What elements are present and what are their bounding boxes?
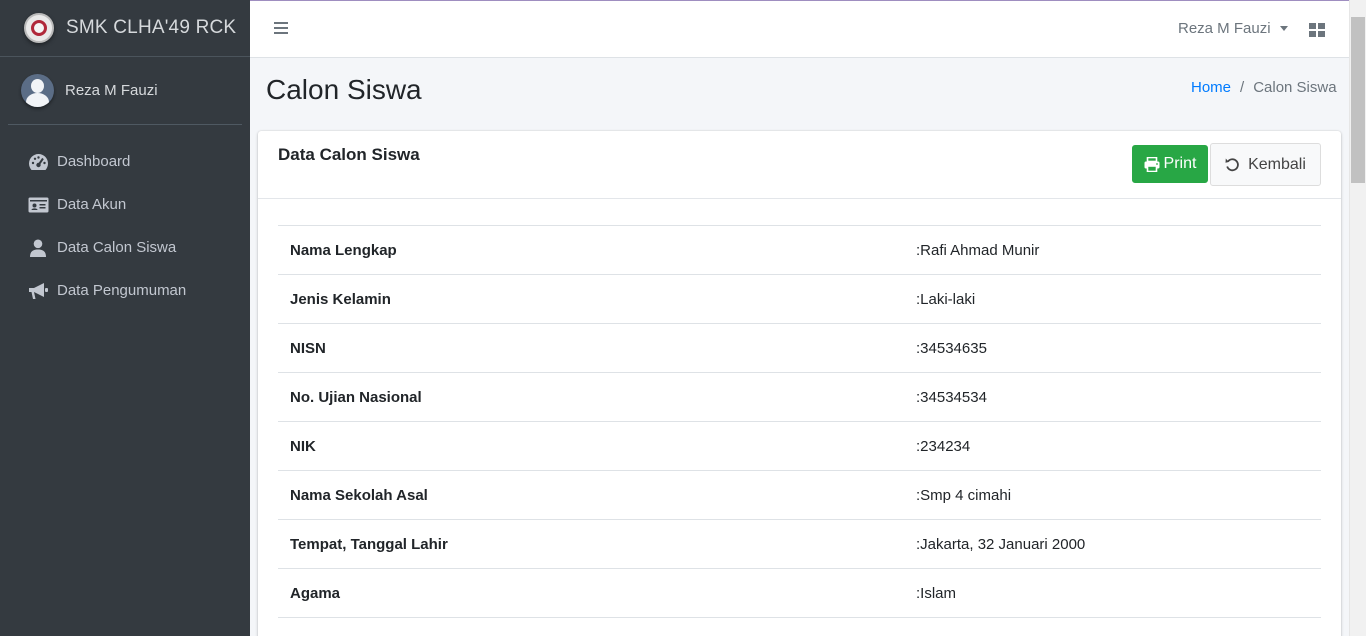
print-button[interactable]: Print [1132, 145, 1208, 183]
id-card-icon [27, 196, 49, 214]
breadcrumb-home-link[interactable]: Home [1191, 79, 1231, 96]
sidebar-item-label: Data Akun [57, 196, 127, 213]
brand-link[interactable]: SMK CLHA'49 RCK [0, 0, 250, 57]
field-value: :Smp 4 cimahi [916, 486, 1012, 504]
field-label: Agama [290, 584, 341, 602]
bullhorn-icon [27, 282, 49, 300]
field-value: :34534635 [916, 339, 987, 357]
back-button[interactable]: Kembali [1210, 143, 1321, 186]
breadcrumb-current: Calon Siswa [1253, 79, 1337, 96]
card-title: Data Calon Siswa [278, 145, 420, 164]
field-value: :234234 [916, 437, 971, 455]
print-icon [1144, 156, 1160, 172]
field-label: Nama Lengkap [290, 241, 397, 259]
field-label: Nama Sekolah Asal [290, 486, 428, 504]
sidebar-item-data-calon-siswa[interactable]: Data Calon Siswa [0, 226, 250, 269]
field-value: :Jakarta, 32 Januari 2000 [916, 535, 1086, 553]
sidebar-item-label: Dashboard [57, 153, 131, 170]
user-icon [27, 239, 49, 257]
field-label: Tempat, Tanggal Lahir [290, 535, 448, 553]
field-value: :Laki-laki [916, 290, 976, 308]
sidebar-item-data-pengumuman[interactable]: Data Pengumuman [0, 269, 250, 312]
menu-toggle-icon[interactable] [274, 22, 288, 36]
user-dropdown[interactable]: Reza M Fauzi [1178, 20, 1288, 37]
sidebar-item-dashboard[interactable]: Dashboard [0, 140, 250, 183]
sidebar-nav: Dashboard Data Akun Data Calon Siswa Dat… [0, 140, 250, 312]
student-detail-card: Data Calon Siswa Print Kembali Nama Leng… [258, 131, 1341, 636]
avatar [21, 74, 54, 107]
field-label: No. Ujian Nasional [290, 388, 422, 406]
card-header: Data Calon Siswa Print Kembali [258, 131, 1341, 199]
field-label: Jenis Kelamin [290, 290, 391, 308]
table-row: NISN :34534635 [278, 323, 1321, 373]
field-label: NISN [290, 339, 326, 357]
sidebar: SMK CLHA'49 RCK Reza M Fauzi Dashboard D… [0, 0, 250, 636]
table-row: Nama Sekolah Asal :Smp 4 cimahi [278, 470, 1321, 520]
tachometer-icon [27, 153, 49, 171]
top-navbar: Reza M Fauzi [250, 0, 1349, 58]
student-detail-table: Nama Lengkap :Rafi Ahmad Munir Jenis Kel… [278, 225, 1321, 618]
table-row: Agama :Islam [278, 568, 1321, 618]
print-button-label: Print [1163, 155, 1197, 172]
table-row: Nama Lengkap :Rafi Ahmad Munir [278, 225, 1321, 275]
breadcrumb: Home / Calon Siswa [1191, 79, 1337, 96]
field-value: :Islam [916, 584, 957, 602]
undo-icon [1225, 157, 1240, 172]
field-label: NIK [290, 437, 316, 455]
grid-icon[interactable] [1309, 23, 1325, 37]
page-title: Calon Siswa [266, 74, 422, 105]
table-row: Jenis Kelamin :Laki-laki [278, 274, 1321, 324]
field-value: :Rafi Ahmad Munir [916, 241, 1040, 259]
breadcrumb-separator: / [1240, 79, 1245, 96]
field-value: :34534534 [916, 388, 987, 406]
sidebar-item-label: Data Pengumuman [57, 282, 187, 299]
table-row: NIK :234234 [278, 421, 1321, 471]
sidebar-item-label: Data Calon Siswa [57, 239, 177, 256]
table-row: No. Ujian Nasional :34534534 [278, 372, 1321, 422]
back-button-label: Kembali [1248, 155, 1306, 173]
school-logo [24, 13, 54, 43]
scrollbar-thumb[interactable] [1351, 17, 1365, 183]
table-row: Tempat, Tanggal Lahir :Jakarta, 32 Janua… [278, 519, 1321, 569]
user-panel[interactable]: Reza M Fauzi [8, 57, 242, 125]
caret-down-icon [1279, 26, 1288, 31]
user-dropdown-label: Reza M Fauzi [1178, 20, 1271, 37]
page-scrollbar[interactable] [1349, 0, 1366, 636]
sidebar-item-data-akun[interactable]: Data Akun [0, 183, 250, 226]
brand-name: SMK CLHA'49 RCK [66, 17, 237, 38]
user-panel-name: Reza M Fauzi [65, 82, 158, 99]
